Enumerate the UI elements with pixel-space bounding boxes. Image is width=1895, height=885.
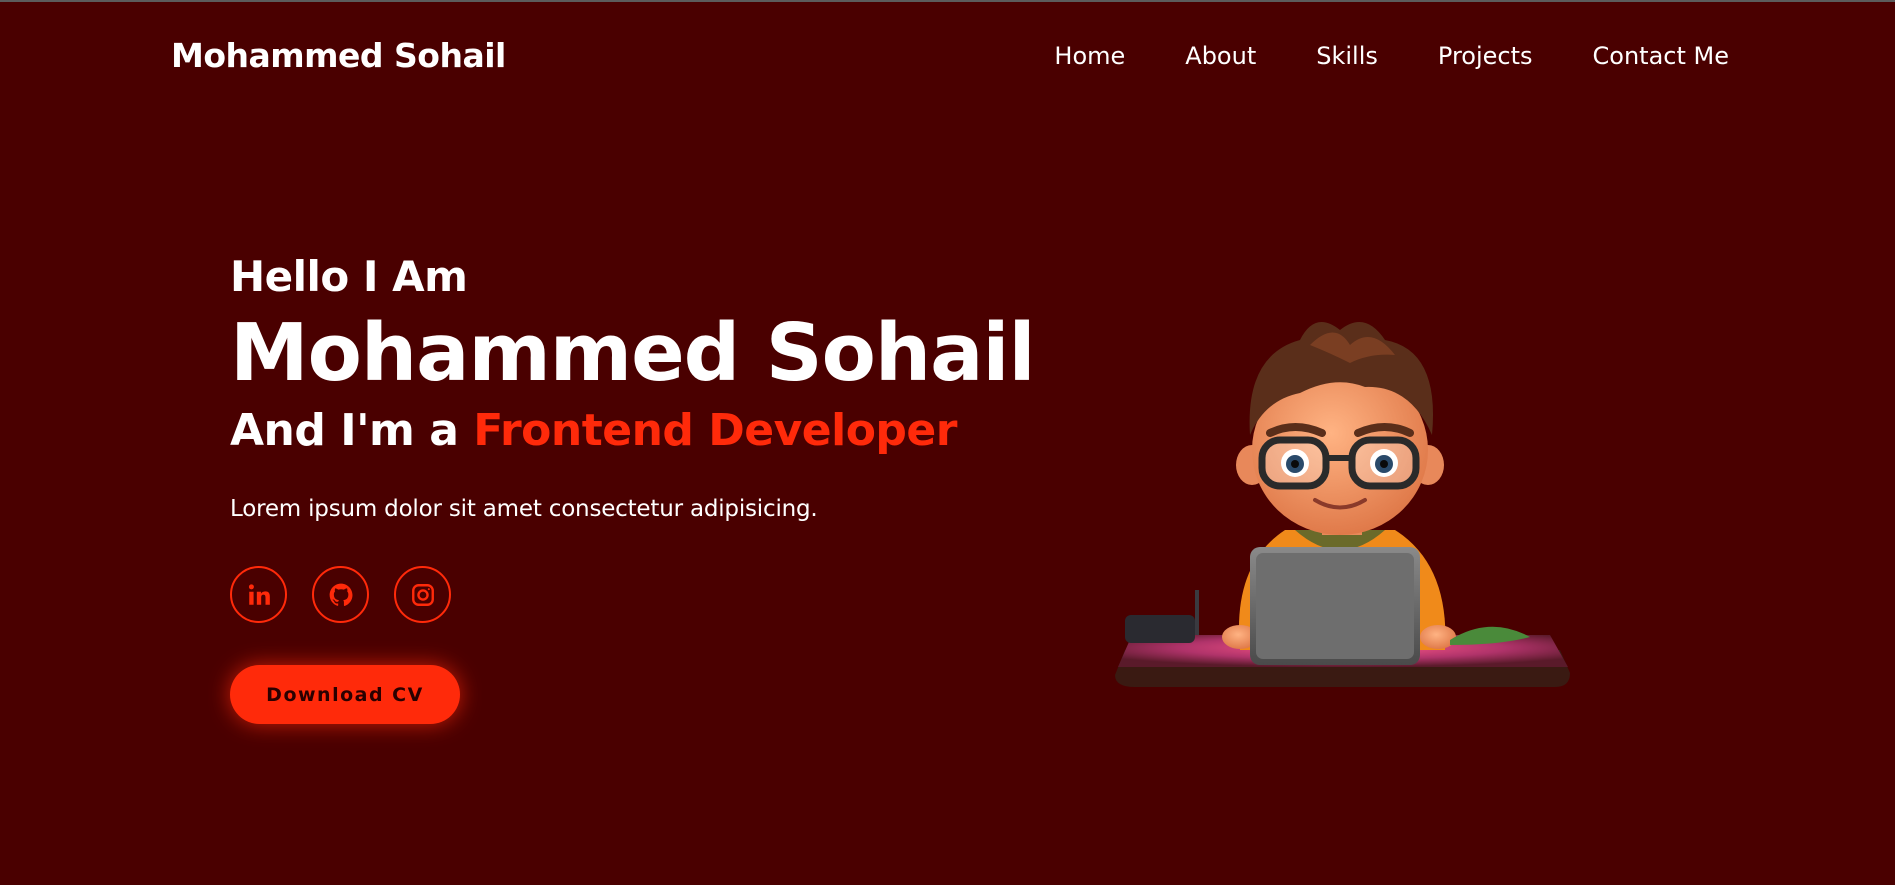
hero-role: And I'm a Frontend Developer bbox=[230, 405, 1035, 458]
developer-avatar-illustration bbox=[1110, 315, 1580, 700]
hero-section: Hello I Am Mohammed Sohail And I'm a Fro… bbox=[230, 252, 1036, 725]
nav-link-contact[interactable]: Contact Me bbox=[1593, 42, 1729, 70]
github-icon bbox=[329, 583, 352, 606]
hero-greeting: Hello I Am bbox=[230, 252, 468, 301]
hero-name: Mohammed Sohail bbox=[230, 307, 1036, 400]
nav-link-about[interactable]: About bbox=[1185, 42, 1256, 70]
nav-link-home[interactable]: Home bbox=[1054, 42, 1125, 70]
nav-links: Home About Skills Projects Contact Me bbox=[1054, 42, 1729, 70]
nav-link-projects[interactable]: Projects bbox=[1438, 42, 1533, 70]
hero-role-title: Frontend Developer bbox=[473, 405, 957, 457]
brand-logo[interactable]: Mohammed Sohail bbox=[171, 36, 506, 75]
linkedin-icon bbox=[248, 583, 270, 605]
linkedin-link[interactable] bbox=[230, 566, 287, 624]
instagram-icon bbox=[411, 583, 434, 606]
social-links bbox=[230, 566, 1035, 624]
hero-role-prefix: And I'm a bbox=[230, 405, 474, 457]
navbar: Mohammed Sohail Home About Skills Projec… bbox=[0, 2, 1895, 112]
github-link[interactable] bbox=[312, 566, 369, 624]
instagram-link[interactable] bbox=[394, 566, 451, 624]
hero-description: Lorem ipsum dolor sit amet consectetur a… bbox=[230, 496, 818, 523]
nav-link-skills[interactable]: Skills bbox=[1316, 42, 1378, 70]
download-cv-button[interactable]: Download CV bbox=[230, 665, 460, 725]
